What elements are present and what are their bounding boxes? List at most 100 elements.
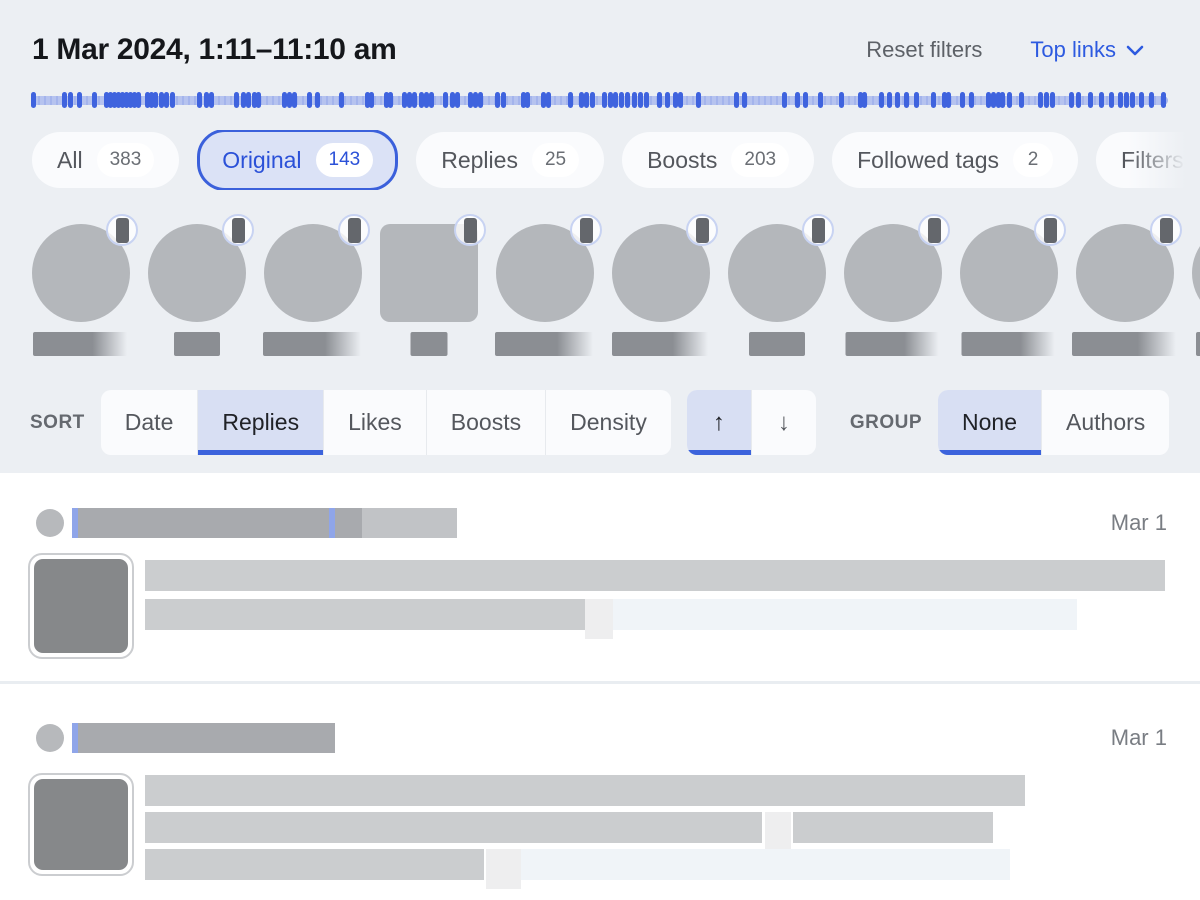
timeline-tick — [1124, 92, 1129, 108]
filter-pill-replies[interactable]: Replies25 — [416, 132, 604, 188]
filter-pill-followed-tags[interactable]: Followed tags2 — [832, 132, 1078, 188]
author-avatar[interactable] — [1076, 214, 1174, 360]
sort-option-replies[interactable]: Replies — [198, 390, 324, 455]
avatar-image — [1192, 224, 1200, 322]
sort-option-density[interactable]: Density — [546, 390, 671, 455]
timeline-tick — [170, 92, 175, 108]
group-options-group: None Authors — [938, 390, 1169, 455]
text-placeholder-line — [145, 599, 1077, 630]
post-item[interactable]: Mar 1 — [0, 508, 1200, 678]
filter-count-badge: 383 — [97, 143, 155, 177]
post-author-avatar — [36, 509, 64, 537]
timeline-tick — [579, 92, 584, 108]
post-badge-icon — [812, 218, 825, 243]
timeline-tick — [839, 92, 844, 108]
sort-option-date[interactable]: Date — [101, 390, 199, 455]
timeline-tick — [450, 92, 455, 108]
text-placeholder-line — [145, 849, 1010, 880]
author-name-placeholder — [1196, 332, 1200, 356]
filter-pill-all[interactable]: All383 — [32, 132, 179, 188]
timeline-band[interactable] — [32, 96, 1168, 105]
author-avatar[interactable] — [148, 214, 246, 360]
text-segment — [765, 812, 791, 852]
post-date: Mar 1 — [1111, 510, 1167, 536]
timeline-tick — [632, 92, 637, 108]
sort-direction-descending[interactable]: ↓ — [752, 390, 816, 455]
post-badge-icon — [1044, 218, 1057, 243]
timeline-tick — [590, 92, 595, 108]
timeline-tick — [473, 92, 478, 108]
timeline-tick — [1088, 92, 1093, 108]
timeline-tick — [644, 92, 649, 108]
reset-filters-button[interactable]: Reset filters — [866, 37, 982, 63]
timeline-tick — [246, 92, 251, 108]
timeline-tick — [1161, 92, 1166, 108]
author-name-placeholder — [495, 332, 595, 356]
timeline — [32, 92, 1168, 108]
sort-option-label: Likes — [348, 409, 402, 436]
sort-option-likes[interactable]: Likes — [324, 390, 427, 455]
timeline-tick — [613, 92, 618, 108]
timeline-tick — [282, 92, 287, 108]
header-actions: Reset filters Top links — [866, 37, 1144, 63]
header-segment — [78, 508, 329, 538]
post-count-badge — [338, 214, 370, 246]
post-thumbnail[interactable] — [28, 773, 134, 876]
timeline-tick — [164, 92, 169, 108]
timeline-tick — [625, 92, 630, 108]
timeline-tick — [1044, 92, 1049, 108]
group-option-label: Authors — [1066, 409, 1145, 436]
timeline-tick — [1000, 92, 1005, 108]
author-avatar[interactable] — [1192, 214, 1200, 360]
author-avatar[interactable] — [380, 214, 478, 360]
timeline-tick — [960, 92, 965, 108]
pills-fade-overlay — [1128, 126, 1200, 192]
filter-pill-original[interactable]: Original143 — [197, 130, 398, 190]
author-avatar[interactable] — [612, 214, 710, 360]
timeline-tick — [1076, 92, 1081, 108]
filter-pill-label: Followed tags — [857, 147, 999, 174]
filter-pill-boosts[interactable]: Boosts203 — [622, 132, 814, 188]
author-avatar[interactable] — [32, 214, 130, 360]
text-segment — [145, 599, 585, 630]
thumbnail-image — [34, 559, 128, 653]
sort-direction-ascending[interactable]: ↑ — [687, 390, 752, 455]
text-placeholder-line — [145, 812, 993, 843]
timeline-tick — [818, 92, 823, 108]
sort-option-label: Boosts — [451, 409, 521, 436]
filter-pill-label: Original — [222, 147, 301, 174]
top-links-dropdown[interactable]: Top links — [1030, 37, 1144, 63]
post-date: Mar 1 — [1111, 725, 1167, 751]
timeline-tick — [1099, 92, 1104, 108]
sort-option-label: Date — [125, 409, 174, 436]
group-option-none[interactable]: None — [938, 390, 1042, 455]
post-badge-icon — [1160, 218, 1173, 243]
post-count-badge — [686, 214, 718, 246]
post-count-badge — [1034, 214, 1066, 246]
timeline-tick — [862, 92, 867, 108]
author-avatar[interactable] — [728, 214, 826, 360]
post-badge-icon — [116, 218, 129, 243]
timeline-tick — [478, 92, 483, 108]
author-name-placeholder — [411, 332, 448, 356]
post-item[interactable]: Mar 1 — [0, 723, 1200, 888]
timeline-tick — [495, 92, 500, 108]
timeline-tick — [887, 92, 892, 108]
timeline-tick — [895, 92, 900, 108]
timeline-tick — [914, 92, 919, 108]
text-placeholder-line — [145, 560, 1165, 591]
post-badge-icon — [232, 218, 245, 243]
group-option-authors[interactable]: Authors — [1042, 390, 1169, 455]
authors-row — [32, 214, 1200, 360]
sort-option-boosts[interactable]: Boosts — [427, 390, 546, 455]
author-avatar[interactable] — [844, 214, 942, 360]
timeline-tick — [1069, 92, 1074, 108]
timeline-tick — [197, 92, 202, 108]
author-avatar[interactable] — [264, 214, 362, 360]
author-avatar[interactable] — [496, 214, 594, 360]
post-thumbnail[interactable] — [28, 553, 134, 659]
timeline-tick — [292, 92, 297, 108]
timeline-tick — [241, 92, 246, 108]
text-segment — [585, 599, 613, 639]
author-avatar[interactable] — [960, 214, 1058, 360]
